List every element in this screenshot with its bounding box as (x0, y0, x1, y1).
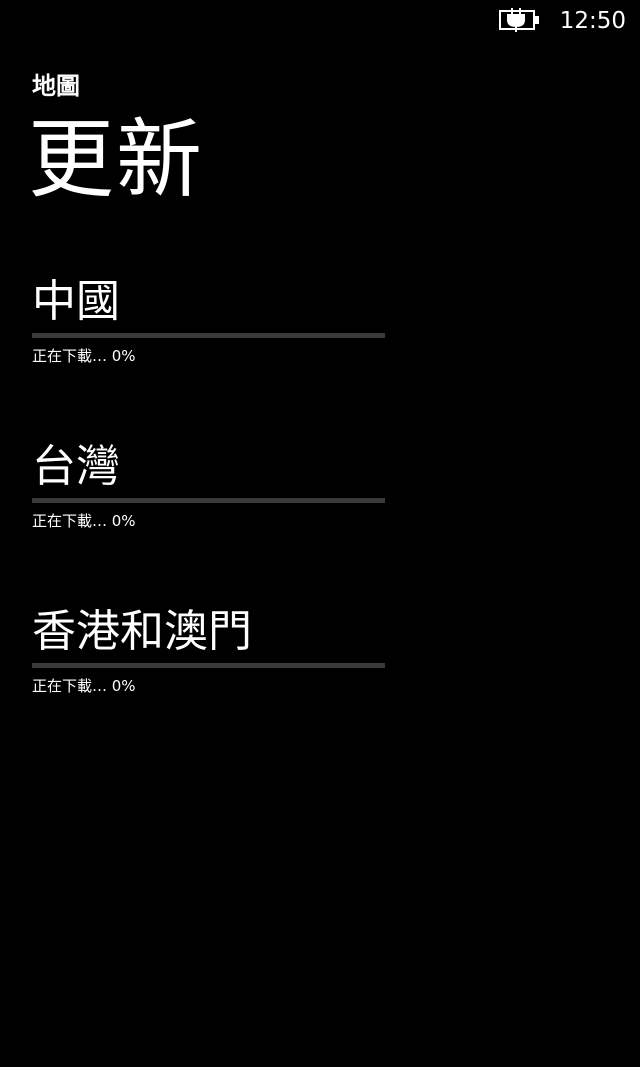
download-progress-bar (32, 498, 385, 503)
region-name: 中國 (32, 276, 120, 327)
status-bar: 12:50 (0, 0, 640, 42)
region-item-hong-kong-macau[interactable]: 香港和澳門 正在下載… 0% (32, 604, 385, 696)
region-item-taiwan[interactable]: 台灣 正在下載… 0% (32, 439, 385, 531)
download-status: 正在下載… 0% (32, 512, 136, 530)
page-title: 更新 (28, 110, 204, 210)
status-time: 12:50 (559, 8, 626, 34)
region-item-china[interactable]: 中國 正在下載… 0% (32, 274, 385, 366)
download-status: 正在下載… 0% (32, 347, 136, 365)
region-name: 香港和澳門 (32, 606, 252, 657)
region-name: 台灣 (32, 441, 120, 492)
download-progress-bar (32, 663, 385, 668)
battery-charging-icon (499, 8, 539, 32)
download-status: 正在下載… 0% (32, 677, 136, 695)
download-progress-bar (32, 333, 385, 338)
app-title: 地圖 (32, 72, 80, 100)
